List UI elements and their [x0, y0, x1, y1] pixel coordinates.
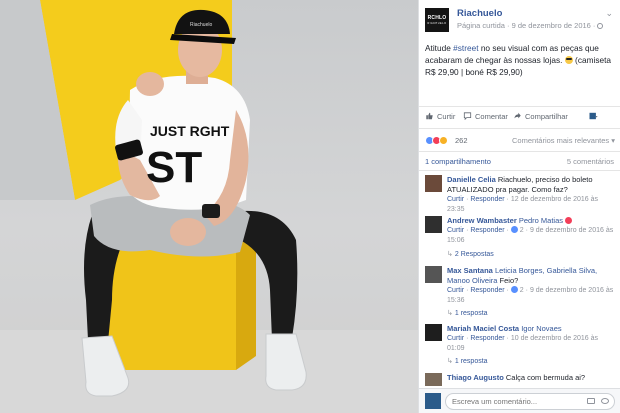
- comment-author[interactable]: Andrew Wambaster: [447, 216, 517, 225]
- comment-like-link[interactable]: Curtir: [447, 196, 464, 203]
- comment-reaction-count[interactable]: 2: [520, 287, 524, 294]
- comment-label: Comentar: [475, 112, 508, 121]
- reaction-count: 262: [455, 136, 468, 145]
- like-label: Curtir: [437, 112, 456, 121]
- comment-icon: [463, 112, 472, 120]
- comment-reply-link[interactable]: Responder: [470, 335, 504, 342]
- comment-reply-link[interactable]: Responder: [470, 227, 504, 234]
- view-replies-link[interactable]: ↳ 1 resposta: [447, 309, 488, 317]
- comment-composer: [419, 388, 620, 413]
- page-avatar-icon: [589, 112, 598, 120]
- view-replies-link[interactable]: ↳ 1 resposta: [447, 357, 488, 365]
- camera-icon[interactable]: [587, 398, 595, 404]
- avatar[interactable]: [425, 324, 442, 341]
- post-side-panel: RCHLO RIACHUELO Riachuelo Página curtida…: [418, 0, 620, 413]
- audience-selector[interactable]: [589, 112, 601, 121]
- comment-author[interactable]: Mariah Maciel Costa: [447, 324, 519, 333]
- view-replies-link[interactable]: ↳ 2 Respostas: [447, 250, 494, 258]
- post-meta: Página curtida · 9 de dezembro de 2016 ·: [457, 21, 604, 30]
- photo-illustration: JUST RGHT ST Riachuelo: [0, 0, 418, 413]
- divider: [419, 170, 620, 171]
- comment-footer: Curtir · Responder · 2 · 9 de dezembro d…: [447, 226, 614, 244]
- comment-button[interactable]: Comentar: [463, 112, 508, 121]
- comment-reply-link[interactable]: Responder: [470, 287, 504, 294]
- cap-logo-text: Riachuelo: [190, 22, 212, 28]
- comment-footer: Curtir · Responder · 10 de dezembro de 2…: [447, 335, 599, 352]
- view-replies-label: 2 Respostas: [454, 251, 494, 258]
- shirt-print-top: JUST RGHT: [150, 123, 230, 139]
- comments-count[interactable]: 5 comentários: [567, 157, 614, 166]
- post-text-a: Atitude: [425, 43, 454, 53]
- post-photo[interactable]: JUST RGHT ST Riachuelo: [0, 0, 418, 413]
- hashtag-link[interactable]: #street: [453, 43, 478, 53]
- comment-body: Andrew Wambaster Pedro Matias Curtir · R…: [447, 216, 617, 246]
- comment-like-link[interactable]: Curtir: [447, 227, 464, 234]
- reply-arrow-icon: ↳: [447, 310, 453, 317]
- post-meta-text: Página curtida · 9 de dezembro de 2016 ·: [457, 21, 596, 30]
- share-label: Compartilhar: [525, 112, 568, 121]
- comment-reply-link[interactable]: Responder: [470, 196, 504, 203]
- comment-author[interactable]: Max Santana: [447, 266, 493, 275]
- comment-text: Calça com bermuda ai?: [503, 373, 586, 382]
- comment-mention[interactable]: Pedro Matias: [517, 216, 563, 225]
- comment-body: Max Santana Leticia Borges, Gabriella Si…: [447, 266, 617, 306]
- wrist-watch: [202, 204, 220, 218]
- shares-link[interactable]: 1 compartilhamento: [425, 157, 491, 166]
- page-name-link[interactable]: Riachuelo: [457, 8, 502, 19]
- comment-mention[interactable]: Igor Novaes: [519, 324, 561, 333]
- logo-subtext: RIACHUELO: [427, 22, 447, 25]
- reply-arrow-icon: ↳: [447, 251, 453, 258]
- comment-author[interactable]: Danielle Celia: [447, 175, 496, 184]
- reactions-summary[interactable]: 262 Comentários mais relevantes ▾: [419, 128, 620, 152]
- yellow-cube: [100, 238, 236, 370]
- logo-text: RCHLO: [427, 15, 447, 21]
- comment-like-link[interactable]: Curtir: [447, 335, 464, 342]
- haha-reaction-icon: [439, 136, 448, 145]
- sunglasses-emoji-icon: [564, 56, 573, 64]
- comment-body: Mariah Maciel Costa Igor Novaes Curtir ·…: [447, 324, 617, 354]
- comment-footer: Curtir · Responder · 2 · 9 de dezembro d…: [447, 286, 614, 304]
- comment-body: Thiago Augusto Calça com bermuda ai?: [447, 373, 617, 383]
- thumbs-up-icon: [426, 112, 433, 120]
- action-bar: Curtir Comentar Compartilhar: [419, 106, 620, 126]
- heart-emoji-icon: [565, 217, 573, 224]
- avatar: [425, 393, 441, 409]
- right-hand: [170, 218, 206, 246]
- raised-hand: [136, 72, 164, 96]
- avatar[interactable]: [425, 216, 442, 233]
- share-icon: [514, 112, 521, 119]
- comment-text: Feio?: [497, 276, 519, 285]
- comment-like-link[interactable]: Curtir: [447, 287, 464, 294]
- avatar[interactable]: [425, 175, 442, 192]
- comment-body: Danielle Celia Riachuelo, preciso do bol…: [447, 175, 617, 215]
- comment-reaction-count[interactable]: 2: [520, 227, 524, 234]
- like-reaction-icon: [510, 226, 518, 233]
- post-header: RCHLO RIACHUELO Riachuelo Página curtida…: [425, 6, 615, 36]
- view-replies-label: 1 resposta: [454, 310, 488, 317]
- page-logo[interactable]: RCHLO RIACHUELO: [425, 8, 449, 32]
- like-button[interactable]: Curtir: [425, 112, 455, 121]
- comment-author[interactable]: Thiago Augusto: [447, 373, 504, 382]
- reply-arrow-icon: ↳: [447, 358, 453, 365]
- comment-footer: Curtir · Responder · 12 de dezembro de 2…: [447, 196, 599, 213]
- comment-sort-dropdown[interactable]: Comentários mais relevantes ▾: [512, 136, 615, 145]
- shirt-print-big: ST: [146, 143, 202, 192]
- like-reaction-icon: [510, 286, 518, 293]
- avatar[interactable]: [425, 373, 442, 386]
- sticker-icon[interactable]: [601, 398, 609, 404]
- post-text: Atitude #street no seu visual com as peç…: [425, 42, 617, 78]
- view-replies-label: 1 resposta: [454, 358, 488, 365]
- globe-icon: [597, 23, 604, 29]
- share-button[interactable]: Compartilhar: [513, 112, 568, 121]
- avatar[interactable]: [425, 266, 442, 283]
- chevron-down-icon[interactable]: ⌄: [605, 8, 613, 19]
